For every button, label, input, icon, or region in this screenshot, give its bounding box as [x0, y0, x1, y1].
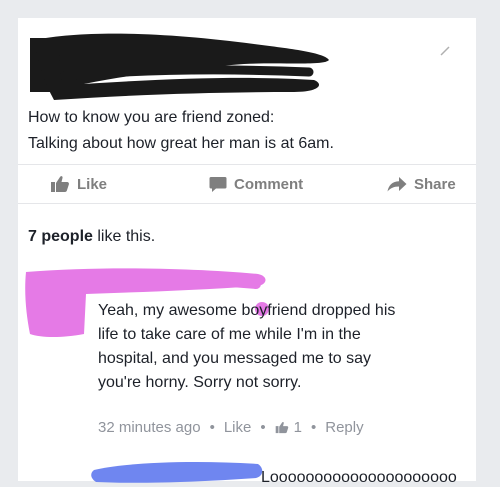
comment-timestamp[interactable]: 32 minutes ago [98, 419, 201, 436]
thumbs-up-icon [51, 176, 69, 192]
meta-separator: • [260, 419, 266, 436]
name-redaction [30, 33, 329, 100]
reply-author-redaction [91, 462, 263, 483]
thumbs-up-icon [275, 421, 288, 434]
comment-bubble-icon [209, 176, 227, 192]
post-text-line-2: Talking about how great her man is at 6a… [28, 135, 334, 152]
likes-count[interactable]: 7 people [28, 228, 93, 245]
likes-summary[interactable]: 7 people like this. [28, 228, 155, 246]
comment-button[interactable]: Comment [209, 173, 303, 195]
like-label: Like [77, 175, 108, 193]
comment-text-line-2: life to take care of me while I'm in the [98, 326, 361, 343]
comment-text-line-3: hospital, and you messaged me to say [98, 350, 372, 367]
meta-separator: • [310, 419, 317, 436]
comment-label: Comment [234, 175, 304, 193]
post-actions-bar: Like Comment Share [18, 164, 476, 204]
corner-mark-icon [440, 46, 450, 56]
post-card: How to know you are friend zoned: Talkin… [18, 18, 476, 486]
share-arrow-icon [387, 177, 407, 192]
comment-like-count[interactable]: 1 [294, 419, 302, 436]
meta-separator: • [209, 419, 215, 436]
post-text-line-1: How to know you are friend zoned: [28, 109, 275, 126]
comment-text-line-4: you're horny. Sorry not sorry. [98, 374, 302, 391]
reply-text: Looooooooooooooooooooo [261, 469, 457, 486]
comment-meta: 32 minutes ago • Like • 1 • Reply [98, 419, 364, 436]
like-button[interactable]: Like [50, 173, 107, 195]
share-label: Share [414, 175, 456, 193]
comment-text-line-1: Yeah, my awesome boyfriend dropped his [98, 302, 396, 319]
comment-reply-button[interactable]: Reply [325, 419, 363, 436]
top-band [0, 0, 500, 18]
comment-like-button[interactable]: Like [224, 419, 252, 436]
share-button[interactable]: Share [387, 173, 456, 195]
likes-suffix: like this. [97, 228, 156, 245]
